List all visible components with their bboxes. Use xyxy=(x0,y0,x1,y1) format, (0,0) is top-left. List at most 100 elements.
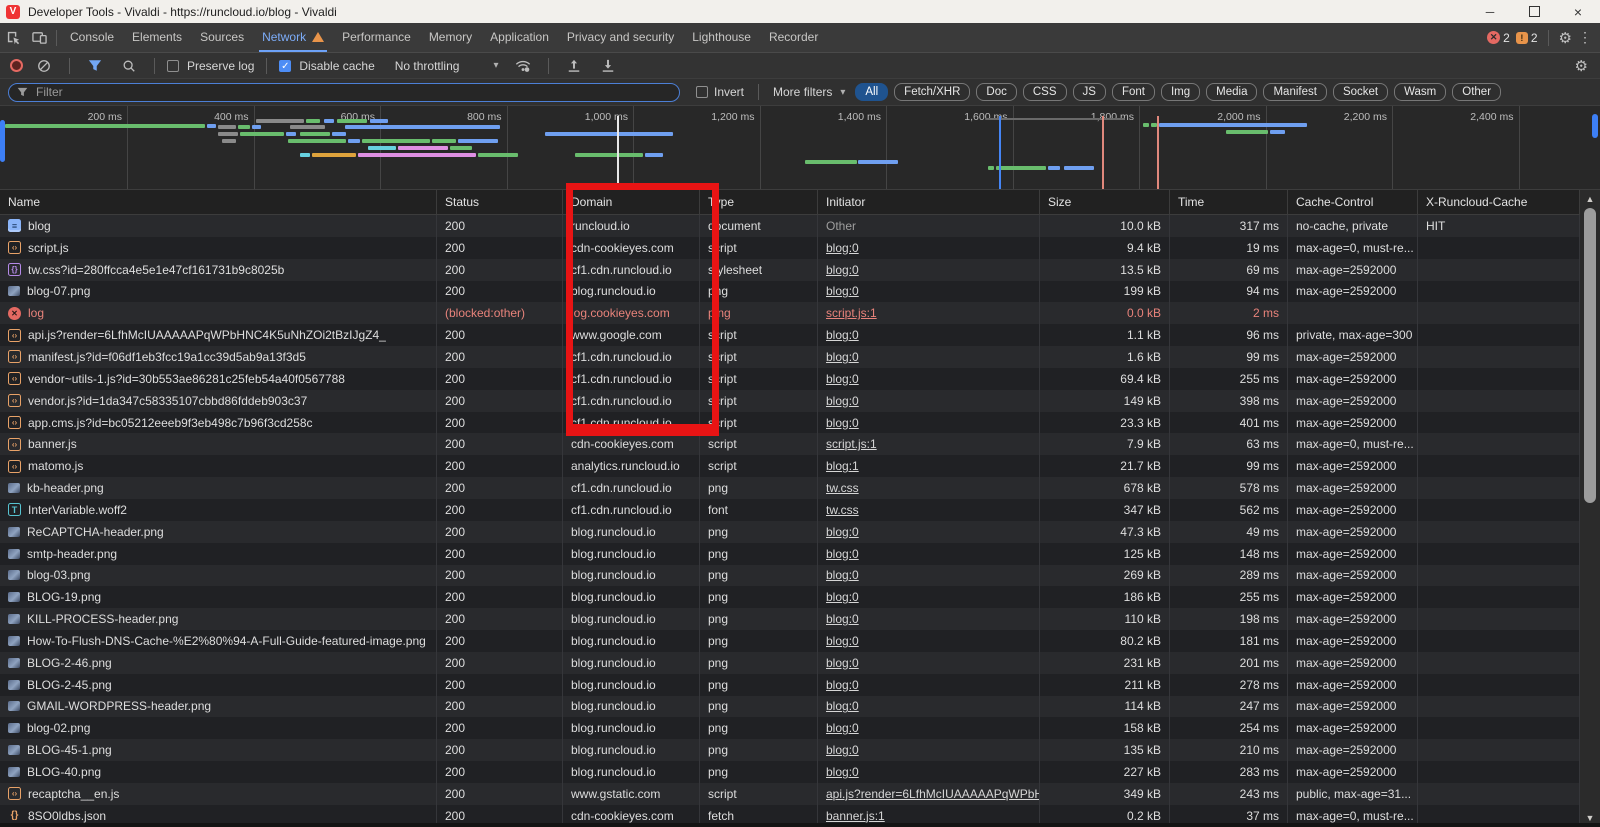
tab-privacy-and-security[interactable]: Privacy and security xyxy=(558,23,683,52)
filter-pill-manifest[interactable]: Manifest xyxy=(1263,83,1326,101)
table-row[interactable]: ≡blog200runcloud.iodocumentOther10.0 kB3… xyxy=(0,215,1580,237)
initiator-link[interactable]: blog:0 xyxy=(826,765,859,779)
table-row[interactable]: ✕log(blocked:other)log.cookieyes.comping… xyxy=(0,302,1580,324)
scroll-down-icon[interactable]: ▼ xyxy=(1580,813,1600,823)
column-header-initiator[interactable]: Initiator xyxy=(818,190,1040,214)
initiator-link[interactable]: blog:0 xyxy=(826,263,859,277)
filter-input[interactable] xyxy=(34,84,671,100)
console-warning-badge[interactable]: ! 2 xyxy=(1516,31,1538,45)
initiator-link[interactable]: blog:0 xyxy=(826,678,859,692)
settings-gear-icon[interactable]: ⚙ xyxy=(1559,29,1572,47)
initiator-link[interactable]: blog:0 xyxy=(826,241,859,255)
more-filters-button[interactable]: More filters xyxy=(773,85,832,99)
filter-pill-other[interactable]: Other xyxy=(1452,83,1501,101)
import-har-icon[interactable] xyxy=(561,53,587,79)
filter-pill-socket[interactable]: Socket xyxy=(1333,83,1388,101)
tab-lighthouse[interactable]: Lighthouse xyxy=(683,23,760,52)
table-row[interactable]: GMAIL-WORDPRESS-header.png200blog.runclo… xyxy=(0,696,1580,718)
filter-pill-font[interactable]: Font xyxy=(1112,83,1155,101)
scroll-up-icon[interactable]: ▲ xyxy=(1580,194,1600,204)
throttling-select[interactable]: No throttling xyxy=(395,59,460,73)
export-har-icon[interactable] xyxy=(595,53,621,79)
table-row[interactable]: TInterVariable.woff2200cf1.cdn.runcloud.… xyxy=(0,499,1580,521)
initiator-link[interactable]: blog:0 xyxy=(826,699,859,713)
network-settings-gear-icon[interactable]: ⚙ xyxy=(1575,57,1588,75)
table-row[interactable]: ‹›vendor.js?id=1da347c58335107cbbd86fdde… xyxy=(0,390,1580,412)
kebab-menu-icon[interactable]: ⋮ xyxy=(1578,29,1592,46)
initiator-link[interactable]: api.js?render=6LfhMcIUAAAAAPqWPbH xyxy=(826,787,1040,801)
table-row[interactable]: ‹›manifest.js?id=f06df1eb3fcc19a1cc39d5a… xyxy=(0,346,1580,368)
initiator-link[interactable]: blog:0 xyxy=(826,328,859,342)
filter-pill-img[interactable]: Img xyxy=(1161,83,1200,101)
initiator-link[interactable]: blog:0 xyxy=(826,416,859,430)
tab-elements[interactable]: Elements xyxy=(123,23,191,52)
table-row[interactable]: ‹›app.cms.js?id=bc05212eeeb9f3eb498c7b96… xyxy=(0,412,1580,434)
table-row[interactable]: kb-header.png200cf1.cdn.runcloud.iopngtw… xyxy=(0,477,1580,499)
table-row[interactable]: BLOG-2-45.png200blog.runcloud.iopngblog:… xyxy=(0,674,1580,696)
clear-network-log-icon[interactable] xyxy=(31,53,57,79)
column-header-x-runcloud-cache[interactable]: X-Runcloud-Cache xyxy=(1418,190,1580,214)
table-row[interactable]: KILL-PROCESS-header.png200blog.runcloud.… xyxy=(0,608,1580,630)
device-toolbar-icon[interactable] xyxy=(26,25,52,51)
table-row[interactable]: blog-03.png200blog.runcloud.iopngblog:02… xyxy=(0,565,1580,587)
table-scrollbar[interactable]: ▲ ▼ xyxy=(1580,190,1600,827)
table-row[interactable]: ‹›matomo.js200analytics.runcloud.ioscrip… xyxy=(0,455,1580,477)
initiator-link[interactable]: blog:0 xyxy=(826,372,859,386)
tab-network[interactable]: Network! xyxy=(253,23,333,52)
console-error-badge[interactable]: ✕ 2 xyxy=(1487,31,1510,45)
close-button[interactable]: × xyxy=(1556,0,1600,23)
table-row[interactable]: BLOG-45-1.png200blog.runcloud.iopngblog:… xyxy=(0,739,1580,761)
inspect-element-icon[interactable] xyxy=(0,25,26,51)
column-header-cache-control[interactable]: Cache-Control xyxy=(1288,190,1418,214)
network-conditions-icon[interactable] xyxy=(510,53,536,79)
table-row[interactable]: ‹›vendor~utils-1.js?id=30b553ae86281c25f… xyxy=(0,368,1580,390)
filter-funnel-icon[interactable] xyxy=(82,53,108,79)
initiator-link[interactable]: script.js:1 xyxy=(826,437,877,451)
maximize-button[interactable] xyxy=(1512,0,1556,23)
tab-memory[interactable]: Memory xyxy=(420,23,481,52)
initiator-link[interactable]: blog:0 xyxy=(826,547,859,561)
initiator-link[interactable]: blog:0 xyxy=(826,568,859,582)
search-icon[interactable] xyxy=(116,53,142,79)
initiator-link[interactable]: blog:0 xyxy=(826,394,859,408)
initiator-link[interactable]: blog:0 xyxy=(826,634,859,648)
initiator-link[interactable]: tw.css xyxy=(826,481,859,495)
tab-performance[interactable]: Performance xyxy=(333,23,420,52)
initiator-link[interactable]: banner.js:1 xyxy=(826,809,885,823)
tab-recorder[interactable]: Recorder xyxy=(760,23,827,52)
table-row[interactable]: BLOG-2-46.png200blog.runcloud.iopngblog:… xyxy=(0,652,1580,674)
table-row[interactable]: ‹›recaptcha__en.js200www.gstatic.comscri… xyxy=(0,783,1580,805)
initiator-link[interactable]: blog:0 xyxy=(826,590,859,604)
tab-console[interactable]: Console xyxy=(61,23,123,52)
preserve-log-checkbox[interactable] xyxy=(167,60,179,72)
column-header-time[interactable]: Time xyxy=(1170,190,1288,214)
table-row[interactable]: blog-07.png200blog.runcloud.iopngblog:01… xyxy=(0,281,1580,303)
filter-pill-js[interactable]: JS xyxy=(1073,83,1106,101)
initiator-link[interactable]: blog:0 xyxy=(826,612,859,626)
initiator-link[interactable]: blog:0 xyxy=(826,284,859,298)
filter-pill-doc[interactable]: Doc xyxy=(976,83,1016,101)
initiator-link[interactable]: tw.css xyxy=(826,503,859,517)
invert-checkbox[interactable] xyxy=(696,86,708,98)
tab-application[interactable]: Application xyxy=(481,23,558,52)
initiator-link[interactable]: blog:1 xyxy=(826,459,859,473)
table-row[interactable]: How-To-Flush-DNS-Cache-%E2%80%94-A-Full-… xyxy=(0,630,1580,652)
table-row[interactable]: ReCAPTCHA-header.png200blog.runcloud.iop… xyxy=(0,521,1580,543)
initiator-link[interactable]: blog:0 xyxy=(826,743,859,757)
table-row[interactable]: blog-02.png200blog.runcloud.iopngblog:01… xyxy=(0,717,1580,739)
initiator-link[interactable]: blog:0 xyxy=(826,525,859,539)
filter-pill-all[interactable]: All xyxy=(855,83,888,101)
initiator-link[interactable]: script.js:1 xyxy=(826,306,877,320)
initiator-link[interactable]: blog:0 xyxy=(826,656,859,670)
filter-pill-fetchxhr[interactable]: Fetch/XHR xyxy=(894,83,970,101)
table-row[interactable]: ‹›script.js200cdn-cookieyes.comscriptblo… xyxy=(0,237,1580,259)
scrollbar-thumb[interactable] xyxy=(1584,208,1596,503)
network-overview-timeline[interactable]: 200 ms400 ms600 ms800 ms1,000 ms1,200 ms… xyxy=(0,106,1600,190)
disable-cache-checkbox[interactable]: ✓ xyxy=(279,60,291,72)
table-row[interactable]: BLOG-19.png200blog.runcloud.iopngblog:01… xyxy=(0,586,1580,608)
minimize-button[interactable]: ─ xyxy=(1468,0,1512,23)
initiator-link[interactable]: blog:0 xyxy=(826,721,859,735)
table-row[interactable]: BLOG-40.png200blog.runcloud.iopngblog:02… xyxy=(0,761,1580,783)
table-row[interactable]: smtp-header.png200blog.runcloud.iopngblo… xyxy=(0,543,1580,565)
table-row[interactable]: ‹›api.js?render=6LfhMcIUAAAAAPqWPbHNC4K5… xyxy=(0,324,1580,346)
